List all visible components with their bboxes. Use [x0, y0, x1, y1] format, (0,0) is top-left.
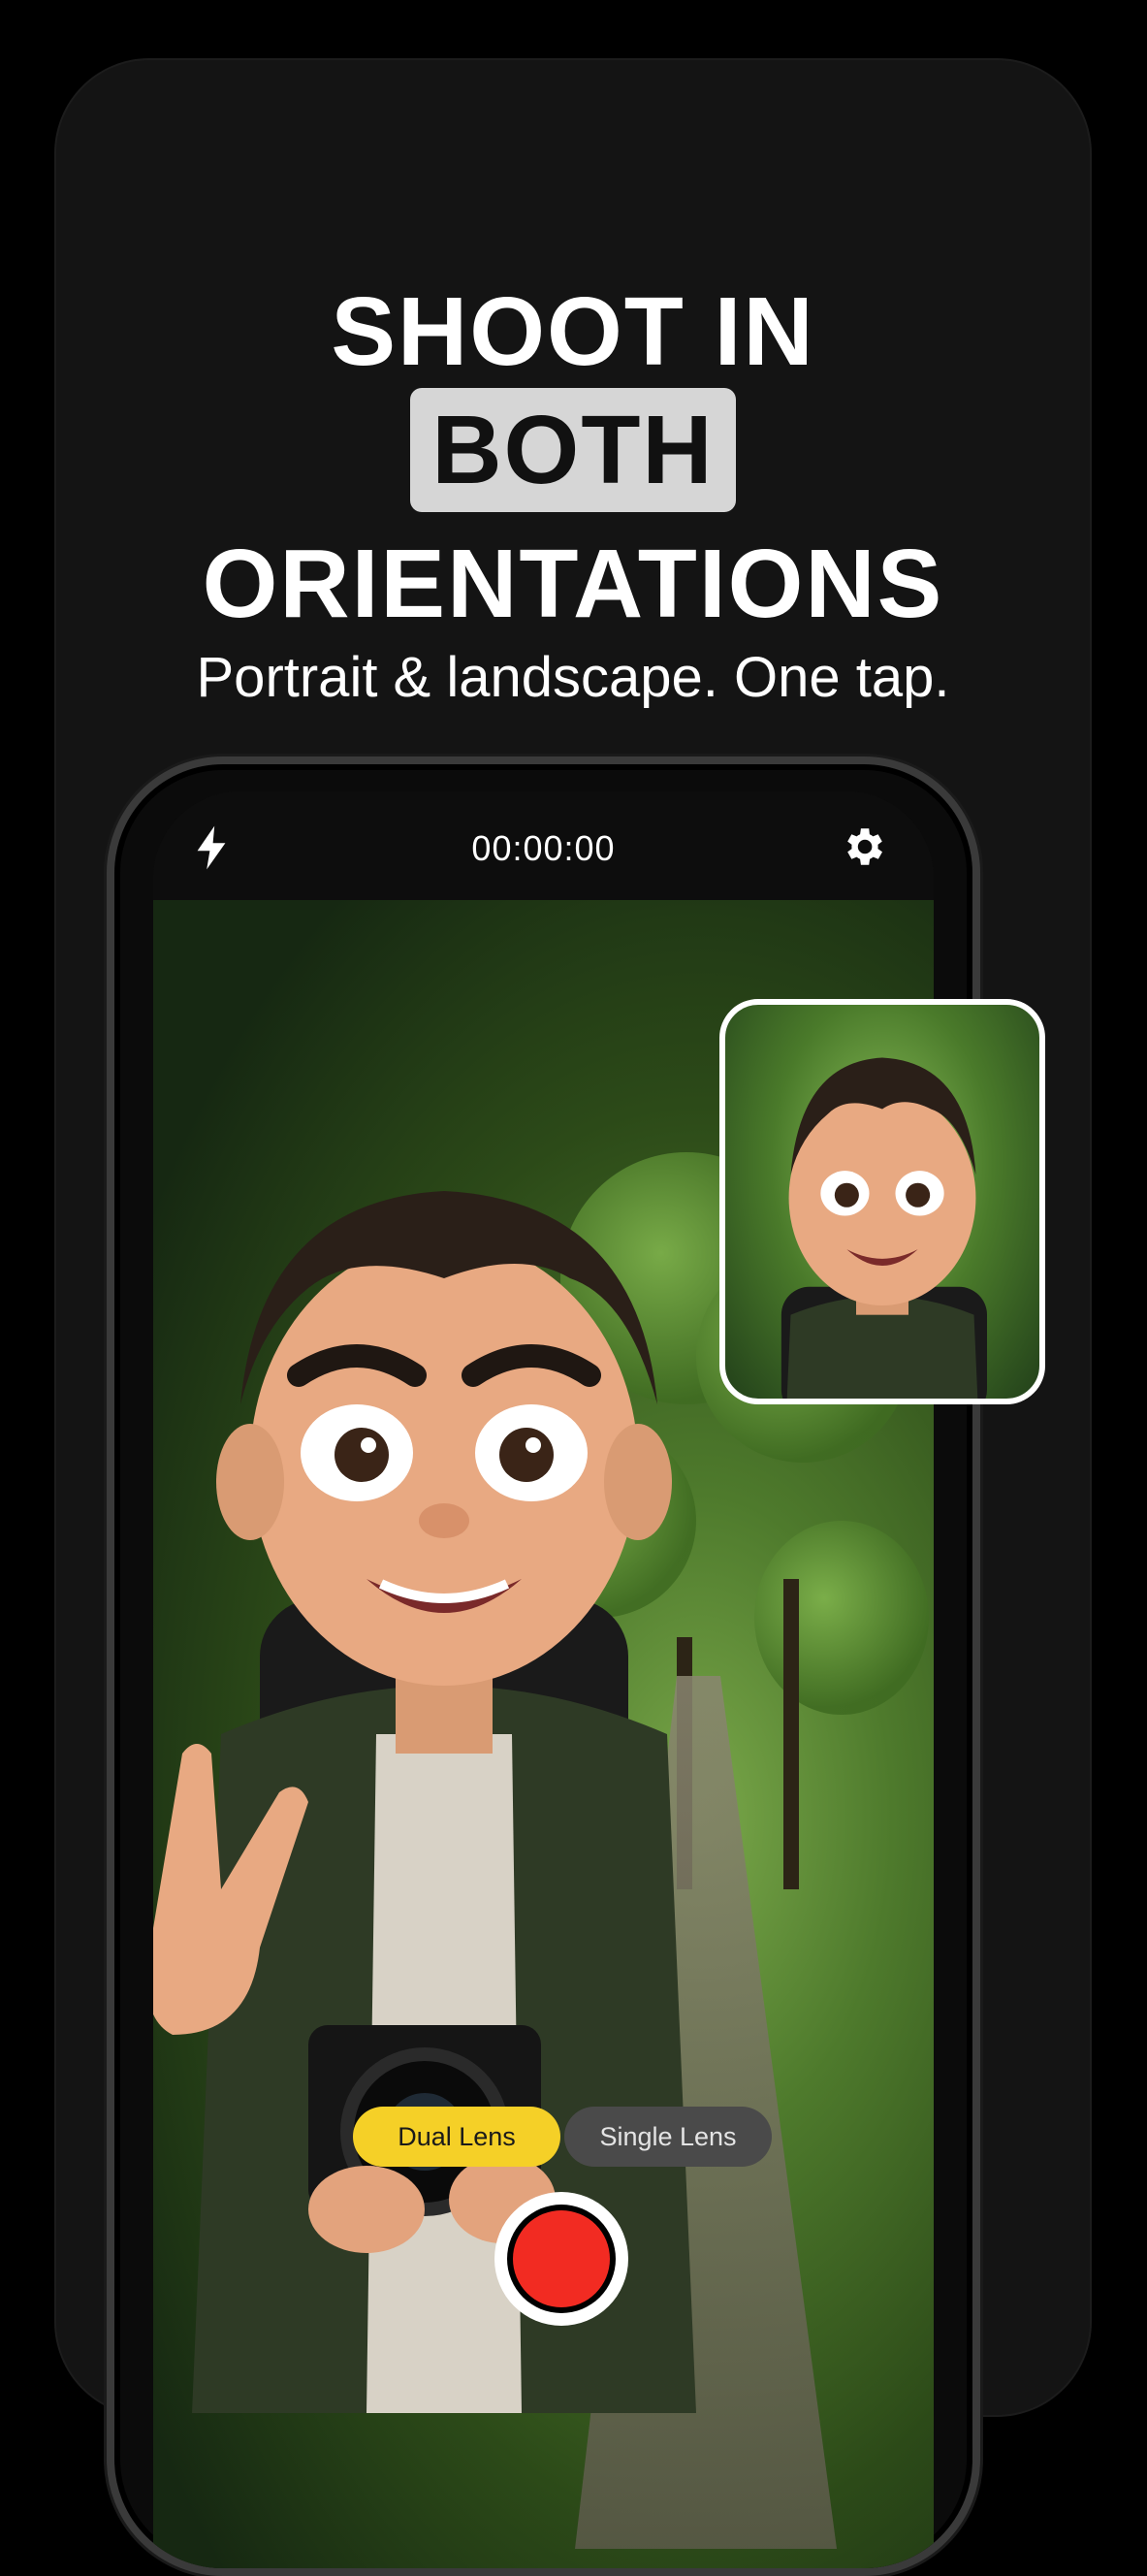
single-lens-button[interactable]: Single Lens: [564, 2107, 772, 2167]
record-button-ring: [507, 2205, 616, 2313]
headline-line-1: SHOOT IN: [331, 277, 815, 386]
boy-illustration: [153, 1191, 696, 2413]
headline-line-2-highlight: BOTH: [410, 388, 736, 512]
dual-lens-button[interactable]: Dual Lens: [353, 2107, 560, 2167]
gear-icon[interactable]: [839, 822, 887, 871]
record-dot-icon: [513, 2210, 610, 2307]
camera-top-bar: 00:00:00: [153, 791, 934, 900]
pip-boy-illustration: [781, 1057, 987, 1399]
recording-timer: 00:00:00: [471, 828, 616, 868]
secondary-camera-preview[interactable]: [719, 999, 1045, 1404]
record-button[interactable]: [494, 2192, 628, 2326]
headline-line-2-wrap: BOTH: [56, 388, 1090, 512]
lens-mode-toggle: Dual Lens Single Lens: [353, 2107, 772, 2167]
headline-line-3: ORIENTATIONS: [202, 530, 944, 638]
subheadline: Portrait & landscape. One tap.: [196, 646, 950, 709]
